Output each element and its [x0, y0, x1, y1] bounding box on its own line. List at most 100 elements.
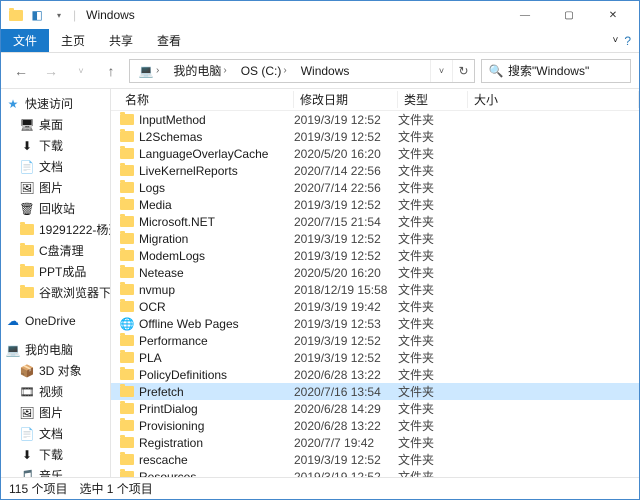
file-row[interactable]: rescache2019/3/19 12:52文件夹	[111, 451, 639, 468]
forward-button[interactable]: →	[39, 59, 63, 83]
nav-item[interactable]: 🖥桌面	[1, 114, 110, 135]
nav-item-icon: 📄	[19, 426, 35, 442]
file-list[interactable]: 名称 修改日期 类型 大小 InputMethod2019/3/19 12:52…	[111, 89, 639, 477]
nav-item[interactable]: 谷歌浏览器下载	[1, 282, 110, 303]
qat-dropdown-icon[interactable]: ▾	[51, 7, 67, 23]
nav-item-label: 下载	[39, 137, 63, 154]
tab-share[interactable]: 共享	[97, 29, 145, 52]
nav-quick-access[interactable]: ★快速访问	[1, 93, 110, 114]
nav-item[interactable]: PPT成品	[1, 261, 110, 282]
nav-item-label: 3D 对象	[39, 362, 82, 379]
file-row[interactable]: LiveKernelReports2020/7/14 22:56文件夹	[111, 162, 639, 179]
col-date[interactable]: 修改日期	[294, 91, 398, 108]
qat-properties-icon[interactable]: ◧	[29, 7, 45, 23]
file-row[interactable]: Media2019/3/19 12:52文件夹	[111, 196, 639, 213]
folder-icon: 🌐	[119, 316, 135, 332]
file-row[interactable]: Resources2019/3/19 12:52文件夹	[111, 468, 639, 477]
nav-item[interactable]: 📄文档	[1, 156, 110, 177]
file-row[interactable]: PolicyDefinitions2020/6/28 13:22文件夹	[111, 366, 639, 383]
status-bar: 115 个项目 选中 1 个项目	[1, 477, 639, 499]
search-input[interactable]: 🔍 搜索"Windows"	[481, 59, 631, 83]
col-size[interactable]: 大小	[468, 91, 639, 108]
nav-item-icon: 🖼	[19, 180, 35, 196]
file-date: 2018/12/19 15:58	[294, 283, 398, 297]
file-name: Provisioning	[139, 419, 204, 433]
bc-dropdown-icon[interactable]: ˅	[430, 60, 452, 82]
titlebar: ◧ ▾ | Windows — ▢ ✕	[1, 1, 639, 29]
file-row[interactable]: Provisioning2020/6/28 13:22文件夹	[111, 417, 639, 434]
file-name: InputMethod	[139, 113, 206, 127]
file-row[interactable]: OCR2019/3/19 19:42文件夹	[111, 298, 639, 315]
col-name[interactable]: 名称	[119, 91, 294, 108]
file-name: Registration	[139, 436, 203, 450]
nav-item[interactable]: 🎵音乐	[1, 465, 110, 477]
file-row[interactable]: InputMethod2019/3/19 12:52文件夹	[111, 111, 639, 128]
nav-onedrive[interactable]: ☁OneDrive	[1, 311, 110, 331]
nav-item[interactable]: 19291222-杨选	[1, 219, 110, 240]
file-name: Resources	[139, 470, 196, 478]
maximize-button[interactable]: ▢	[547, 1, 591, 29]
nav-item[interactable]: 📦3D 对象	[1, 360, 110, 381]
file-date: 2020/6/28 13:22	[294, 368, 398, 382]
close-button[interactable]: ✕	[591, 1, 635, 29]
folder-icon	[119, 112, 135, 128]
file-row[interactable]: nvmup2018/12/19 15:58文件夹	[111, 281, 639, 298]
up-button[interactable]: ↑	[99, 59, 123, 83]
nav-item[interactable]: ⬇下载	[1, 444, 110, 465]
file-row[interactable]: Performance2019/3/19 12:52文件夹	[111, 332, 639, 349]
file-row[interactable]: Registration2020/7/7 19:42文件夹	[111, 434, 639, 451]
bc-seg[interactable]: 我的电脑	[173, 62, 221, 79]
help-icon[interactable]: ?	[624, 34, 631, 48]
minimize-button[interactable]: —	[503, 1, 547, 29]
nav-item[interactable]: C盘清理	[1, 240, 110, 261]
breadcrumb[interactable]: 💻› 我的电脑› OS (C:)› Windows ˅ ↻	[129, 59, 475, 83]
file-date: 2019/3/19 12:52	[294, 249, 398, 263]
file-row[interactable]: PLA2019/3/19 12:52文件夹	[111, 349, 639, 366]
file-type: 文件夹	[398, 349, 468, 366]
bc-seg[interactable]: Windows	[301, 64, 350, 78]
file-row[interactable]: LanguageOverlayCache2020/5/20 16:20文件夹	[111, 145, 639, 162]
refresh-icon[interactable]: ↻	[452, 60, 474, 82]
nav-item-label: 桌面	[39, 116, 63, 133]
nav-item-label: 音乐	[39, 467, 63, 477]
nav-item[interactable]: 🖼图片	[1, 177, 110, 198]
file-date: 2020/7/14 22:56	[294, 181, 398, 195]
recent-dropdown[interactable]: ˅	[69, 59, 93, 83]
nav-pane[interactable]: ★快速访问 🖥桌面⬇下载📄文档🖼图片🗑回收站19291222-杨选C盘清理PPT…	[1, 89, 111, 477]
nav-item[interactable]: 🎞视频	[1, 381, 110, 402]
nav-item[interactable]: 🖼图片	[1, 402, 110, 423]
nav-this-pc[interactable]: 💻我的电脑	[1, 339, 110, 360]
ribbon-expand-icon[interactable]: ˅	[612, 35, 618, 46]
column-headers[interactable]: 名称 修改日期 类型 大小	[111, 89, 639, 111]
tab-view[interactable]: 查看	[145, 29, 193, 52]
star-icon: ★	[5, 96, 21, 112]
folder-icon	[119, 401, 135, 417]
file-type: 文件夹	[398, 434, 468, 451]
file-date: 2019/3/19 12:52	[294, 232, 398, 246]
nav-item[interactable]: 📄文档	[1, 423, 110, 444]
file-row[interactable]: Netease2020/5/20 16:20文件夹	[111, 264, 639, 281]
file-type: 文件夹	[398, 383, 468, 400]
tab-home[interactable]: 主页	[49, 29, 97, 52]
file-row[interactable]: ModemLogs2019/3/19 12:52文件夹	[111, 247, 639, 264]
nav-item-icon: 📄	[19, 159, 35, 175]
nav-item[interactable]: ⬇下载	[1, 135, 110, 156]
nav-item[interactable]: 🗑回收站	[1, 198, 110, 219]
folder-icon	[119, 129, 135, 145]
file-row[interactable]: Migration2019/3/19 12:52文件夹	[111, 230, 639, 247]
file-row[interactable]: PrintDialog2020/6/28 14:29文件夹	[111, 400, 639, 417]
bc-seg[interactable]: OS (C:)	[241, 64, 282, 78]
file-name: PrintDialog	[139, 402, 198, 416]
file-row[interactable]: L2Schemas2019/3/19 12:52文件夹	[111, 128, 639, 145]
file-row[interactable]: 🌐Offline Web Pages2019/3/19 12:53文件夹	[111, 315, 639, 332]
nav-item-label: 视频	[39, 383, 63, 400]
nav-item-label: 图片	[39, 179, 63, 196]
file-row[interactable]: Microsoft.NET2020/7/15 21:54文件夹	[111, 213, 639, 230]
file-row[interactable]: Prefetch2020/7/16 13:54文件夹	[111, 383, 639, 400]
col-type[interactable]: 类型	[398, 91, 468, 108]
file-name: rescache	[139, 453, 188, 467]
folder-icon	[119, 418, 135, 434]
file-row[interactable]: Logs2020/7/14 22:56文件夹	[111, 179, 639, 196]
back-button[interactable]: ←	[9, 59, 33, 83]
tab-file[interactable]: 文件	[1, 29, 49, 52]
